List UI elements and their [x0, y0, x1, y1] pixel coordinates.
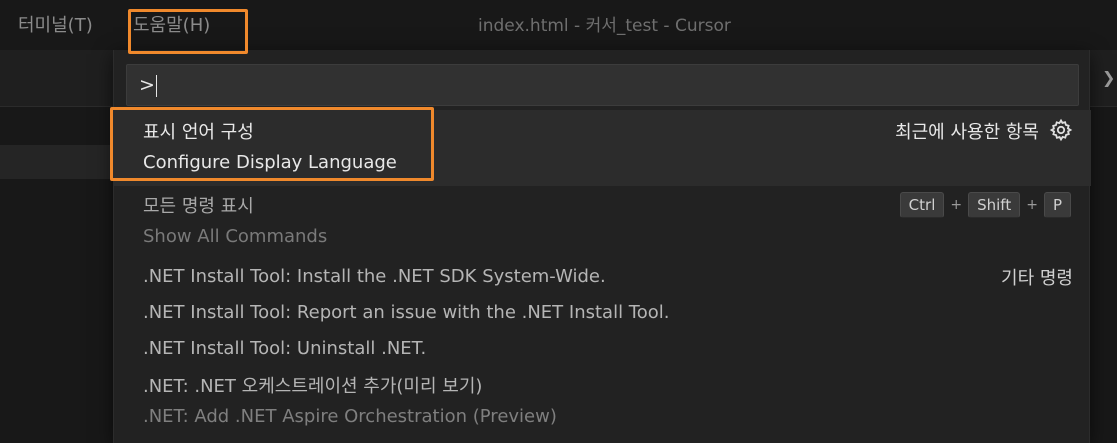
command-item-configure-display-language[interactable]: 표시 언어 구성 Configure Display Language 최근에 … [114, 110, 1091, 186]
command-input-value: > [139, 74, 155, 96]
command-item[interactable]: .NET Install Tool: Uninstall .NET. [143, 338, 426, 359]
gear-icon[interactable] [1049, 118, 1073, 142]
key-ctrl: Ctrl [899, 192, 945, 218]
key-p: P [1043, 192, 1071, 218]
title-bar: 터미널(T) 도움말(H) index.html - 커서_test - Cur… [0, 0, 1117, 50]
command-label-ko: 표시 언어 구성 [143, 122, 254, 143]
command-item[interactable]: .NET: .NET 오케스트레이션 추가(미리 보기) [143, 372, 482, 398]
command-label-ko: 모든 명령 표시 [143, 196, 254, 217]
group-label-other: 기타 명령 [1001, 268, 1073, 289]
explorer-selected-row [0, 145, 112, 179]
text-caret [155, 74, 157, 97]
command-input[interactable]: > [126, 64, 1079, 106]
keybinding: Ctrl + Shift + P [899, 192, 1071, 218]
key-shift: Shift [968, 192, 1021, 218]
key-separator: + [1026, 197, 1038, 213]
window-title: index.html - 커서_test - Cursor [478, 16, 731, 36]
menu-terminal[interactable]: 터미널(T) [18, 13, 93, 39]
command-label-en: Configure Display Language [143, 152, 397, 173]
menu-help[interactable]: 도움말(H) [133, 13, 210, 39]
key-separator: + [950, 197, 963, 213]
command-item[interactable]: .NET: Add .NET Aspire Orchestration (Pre… [143, 406, 557, 427]
command-item[interactable]: .NET Install Tool: Install the .NET SDK … [143, 266, 606, 287]
command-item[interactable]: .NET Install Tool: Report an issue with … [143, 302, 669, 323]
command-item-show-all-commands[interactable]: 모든 명령 표시 Show All Commands Ctrl + Shift … [114, 186, 1091, 266]
chevron-right-icon[interactable]: ❯ [1102, 68, 1115, 87]
group-label-recent: 최근에 사용한 항목 [895, 122, 1039, 143]
command-palette: > 표시 언어 구성 Configure Display Language 최근… [113, 50, 1091, 443]
command-label-en: Show All Commands [143, 226, 328, 247]
